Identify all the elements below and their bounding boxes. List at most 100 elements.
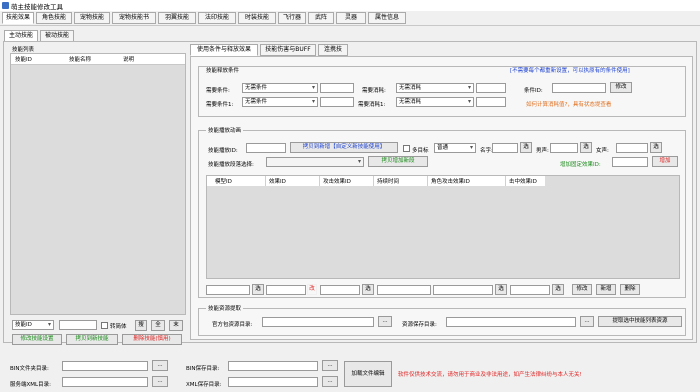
tab-combo-skill[interactable]: 连携技 xyxy=(318,44,348,56)
src-browse-button[interactable]: ... xyxy=(378,316,392,327)
search-button[interactable]: 搜 xyxy=(135,320,147,331)
copy-to-new-anim-button[interactable]: 拷贝到新增【自定义新技能使用】 xyxy=(290,142,398,153)
save-dir-input[interactable] xyxy=(446,317,576,327)
col-role-attack-effect-id[interactable]: 角色攻击效果ID xyxy=(431,177,470,185)
bin-dir-label: BIN文件夹目录: xyxy=(10,366,49,372)
name-input[interactable] xyxy=(492,143,518,153)
skill-list-header: 技能ID 技能名称 说明 xyxy=(11,54,185,65)
col-skill-id[interactable]: 技能ID xyxy=(15,55,32,63)
attack-effect-input[interactable] xyxy=(320,285,360,295)
tab-role-skill[interactable]: 角色技能 xyxy=(36,12,72,24)
seg-select[interactable] xyxy=(266,157,364,167)
req2-select[interactable]: 无需条件 xyxy=(242,97,318,107)
all-button[interactable]: 全 xyxy=(151,320,165,331)
target-type-select[interactable]: 普通 xyxy=(434,143,476,153)
tab-damage-buff[interactable]: 技能伤害与BUFF xyxy=(260,44,316,56)
cost2-input[interactable] xyxy=(476,97,506,107)
multi-target-checkbox[interactable] xyxy=(403,145,410,152)
cost1-input[interactable] xyxy=(476,83,506,93)
hit-effect-input[interactable] xyxy=(510,285,550,295)
tab-wing-skill[interactable]: 羽翼技能 xyxy=(158,12,196,24)
add-effect-input[interactable] xyxy=(612,157,648,167)
role-attack-select-button[interactable]: 选 xyxy=(495,284,507,295)
add-effect-button[interactable]: 增加 xyxy=(652,156,678,167)
save-browse-button[interactable]: ... xyxy=(580,316,594,327)
name-label: 名字: xyxy=(480,148,493,154)
cost2-label: 需要消耗1: xyxy=(358,102,386,108)
copy-new-skill-button[interactable]: 拷贝到新技能 xyxy=(66,334,118,345)
xml-dir-input[interactable] xyxy=(62,377,148,387)
skill-list[interactable]: 技能ID 技能名称 说明 xyxy=(10,53,186,315)
name-select-button[interactable]: 选 xyxy=(520,142,532,153)
effect-edit-mark[interactable]: 改 xyxy=(307,284,317,295)
tab-fashion-skill[interactable]: 时装技能 xyxy=(238,12,276,24)
anim-id-input[interactable] xyxy=(246,143,286,153)
extract-resources-button[interactable]: 提取选中技能列表资源 xyxy=(598,316,682,327)
tab-skill-effect[interactable]: 技能效果 xyxy=(2,12,34,24)
anim-group-title: 技能播放动画 xyxy=(206,126,244,134)
bin-dir-input[interactable] xyxy=(62,361,148,371)
seg-modify-button[interactable]: 修改 xyxy=(572,284,592,295)
top-tab-strip: 技能效果 角色技能 宠物技能 宠物技能书 羽翼技能 法印技能 时装技能 飞行器 … xyxy=(0,11,700,26)
col-skill-name[interactable]: 技能名称 xyxy=(69,55,91,63)
xml-save-browse-button[interactable]: ... xyxy=(322,376,338,387)
female-voice-label: 女声: xyxy=(596,148,609,154)
bin-save-browse-button[interactable]: ... xyxy=(322,360,338,371)
role-attack-effect-input[interactable] xyxy=(433,285,493,295)
cost1-select[interactable]: 无需消耗 xyxy=(396,83,474,93)
search-input[interactable] xyxy=(59,320,97,330)
multi-target-label: 多目标 xyxy=(412,148,429,154)
cost-calc-hint[interactable]: 如何计算消耗值?，具有状态堤查看 xyxy=(526,100,611,108)
tab-conditions-effects[interactable]: 使用条件与释放效果 xyxy=(190,44,258,56)
col-hit-effect-id[interactable]: 击中效果ID xyxy=(509,177,537,185)
tab-spirit[interactable]: 灵器 xyxy=(336,12,366,24)
tab-aircraft[interactable]: 飞行器 xyxy=(278,12,306,24)
male-voice-input[interactable] xyxy=(550,143,578,153)
window-title: 萌主技能修改工具 xyxy=(11,3,63,11)
female-voice-input[interactable] xyxy=(616,143,648,153)
app-icon xyxy=(2,2,9,9)
seg-new-button[interactable]: 新增 xyxy=(596,284,616,295)
req1-select[interactable]: 无需条件 xyxy=(242,83,318,93)
modify-skill-button[interactable]: 修改技能设置 xyxy=(12,334,62,345)
female-select-button[interactable]: 选 xyxy=(650,142,662,153)
tab-pet-skill-book[interactable]: 宠物技能书 xyxy=(112,12,156,24)
col-attack-effect-id[interactable]: 攻击效果ID xyxy=(323,177,351,185)
model-select-button[interactable]: 选 xyxy=(252,284,264,295)
cost2-select[interactable]: 无需消耗 xyxy=(396,97,474,107)
simplified-checkbox[interactable] xyxy=(101,322,108,329)
end-button[interactable]: 末 xyxy=(169,320,183,331)
tab-attribute-info[interactable]: 属性信息 xyxy=(368,12,406,24)
model-id-input[interactable] xyxy=(206,285,250,295)
xml-dir-browse-button[interactable]: ... xyxy=(152,376,168,387)
tab-seal-skill[interactable]: 法印技能 xyxy=(198,12,236,24)
anim-segment-table[interactable]: 模型ID 效果ID 攻击效果ID 持续时间 角色攻击效果ID 击中效果ID xyxy=(206,175,680,279)
xml-save-input[interactable] xyxy=(228,377,318,387)
bin-dir-browse-button[interactable]: ... xyxy=(152,360,168,371)
col-description[interactable]: 说明 xyxy=(123,55,134,63)
effect-id-input[interactable] xyxy=(266,285,306,295)
copy-seg-button[interactable]: 拷贝增加新段 xyxy=(368,156,428,167)
src-dir-input[interactable] xyxy=(262,317,374,327)
seg-delete-button[interactable]: 删除 xyxy=(620,284,640,295)
req2-input[interactable] xyxy=(320,97,354,107)
male-voice-label: 男声: xyxy=(536,148,549,154)
male-select-button[interactable]: 选 xyxy=(580,142,592,153)
delete-skill-button[interactable]: 删除技能(慎用) xyxy=(122,334,182,345)
search-type-select[interactable]: 技能ID xyxy=(12,320,54,330)
hit-select-button[interactable]: 选 xyxy=(552,284,564,295)
tab-pet-skill[interactable]: 宠物技能 xyxy=(74,12,110,24)
duration-input[interactable] xyxy=(377,285,431,295)
cond-id-input[interactable] xyxy=(552,83,606,93)
cond-modify-button[interactable]: 修改 xyxy=(610,82,632,93)
save-dir-label: 资源保存目录: xyxy=(402,322,437,328)
col-effect-id[interactable]: 效果ID xyxy=(269,177,286,185)
load-file-button[interactable]: 加载文件编辑 xyxy=(344,361,392,387)
col-model-id[interactable]: 模型ID xyxy=(215,177,232,185)
bin-save-input[interactable] xyxy=(228,361,318,371)
req1-input[interactable] xyxy=(320,83,354,93)
col-duration[interactable]: 持续时间 xyxy=(377,177,399,185)
tab-martial-array[interactable]: 武阵 xyxy=(308,12,334,24)
attack-select-button[interactable]: 选 xyxy=(362,284,374,295)
anim-id-label: 技能播放ID: xyxy=(208,148,238,154)
